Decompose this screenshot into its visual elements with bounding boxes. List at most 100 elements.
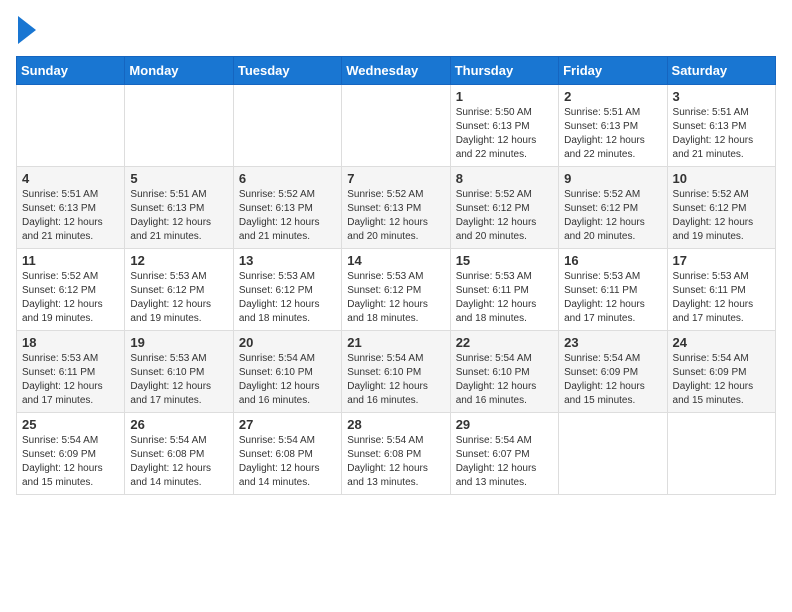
day-info: Sunrise: 5:54 AMSunset: 6:07 PMDaylight:…: [456, 434, 553, 490]
day-number: 6: [239, 171, 336, 186]
day-info: Sunrise: 5:53 AMSunset: 6:11 PMDaylight:…: [564, 270, 661, 326]
day-number: 5: [130, 171, 227, 186]
day-number: 20: [239, 335, 336, 350]
calendar-cell: 27 Sunrise: 5:54 AMSunset: 6:08 PMDayligh…: [233, 413, 341, 495]
day-number: 17: [673, 253, 770, 268]
calendar-cell: 29 Sunrise: 5:54 AMSunset: 6:07 PMDayligh…: [450, 413, 558, 495]
calendar-cell: 2 Sunrise: 5:51 AMSunset: 6:13 PMDaylight…: [559, 85, 667, 167]
calendar-cell: 26 Sunrise: 5:54 AMSunset: 6:08 PMDayligh…: [125, 413, 233, 495]
day-info: Sunrise: 5:54 AMSunset: 6:10 PMDaylight:…: [239, 352, 336, 408]
calendar-cell: 5 Sunrise: 5:51 AMSunset: 6:13 PMDaylight…: [125, 167, 233, 249]
logo: [16, 16, 36, 44]
day-info: Sunrise: 5:52 AMSunset: 6:13 PMDaylight:…: [239, 188, 336, 244]
calendar-cell: 14 Sunrise: 5:53 AMSunset: 6:12 PMDayligh…: [342, 249, 450, 331]
day-number: 12: [130, 253, 227, 268]
day-number: 26: [130, 417, 227, 432]
day-number: 15: [456, 253, 553, 268]
weekday-header-sunday: Sunday: [17, 57, 125, 85]
calendar-cell: 1 Sunrise: 5:50 AMSunset: 6:13 PMDaylight…: [450, 85, 558, 167]
calendar-cell: [233, 85, 341, 167]
day-info: Sunrise: 5:51 AMSunset: 6:13 PMDaylight:…: [130, 188, 227, 244]
day-number: 25: [22, 417, 119, 432]
calendar-cell: 8 Sunrise: 5:52 AMSunset: 6:12 PMDaylight…: [450, 167, 558, 249]
day-info: Sunrise: 5:54 AMSunset: 6:09 PMDaylight:…: [564, 352, 661, 408]
calendar-cell: [342, 85, 450, 167]
day-info: Sunrise: 5:52 AMSunset: 6:12 PMDaylight:…: [564, 188, 661, 244]
calendar-week-3: 11 Sunrise: 5:52 AMSunset: 6:12 PMDayligh…: [17, 249, 776, 331]
weekday-header-tuesday: Tuesday: [233, 57, 341, 85]
day-info: Sunrise: 5:54 AMSunset: 6:09 PMDaylight:…: [22, 434, 119, 490]
calendar-cell: 10 Sunrise: 5:52 AMSunset: 6:12 PMDayligh…: [667, 167, 775, 249]
day-info: Sunrise: 5:52 AMSunset: 6:12 PMDaylight:…: [456, 188, 553, 244]
weekday-header-saturday: Saturday: [667, 57, 775, 85]
calendar-cell: [559, 413, 667, 495]
day-number: 10: [673, 171, 770, 186]
calendar-cell: [125, 85, 233, 167]
day-info: Sunrise: 5:51 AMSunset: 6:13 PMDaylight:…: [564, 106, 661, 162]
day-info: Sunrise: 5:53 AMSunset: 6:11 PMDaylight:…: [456, 270, 553, 326]
calendar-week-2: 4 Sunrise: 5:51 AMSunset: 6:13 PMDaylight…: [17, 167, 776, 249]
weekday-header-thursday: Thursday: [450, 57, 558, 85]
calendar-cell: 16 Sunrise: 5:53 AMSunset: 6:11 PMDayligh…: [559, 249, 667, 331]
day-number: 8: [456, 171, 553, 186]
calendar-cell: 18 Sunrise: 5:53 AMSunset: 6:11 PMDayligh…: [17, 331, 125, 413]
weekday-header-monday: Monday: [125, 57, 233, 85]
weekday-header-friday: Friday: [559, 57, 667, 85]
day-number: 23: [564, 335, 661, 350]
day-info: Sunrise: 5:54 AMSunset: 6:09 PMDaylight:…: [673, 352, 770, 408]
calendar-body: 1 Sunrise: 5:50 AMSunset: 6:13 PMDaylight…: [17, 85, 776, 495]
day-number: 28: [347, 417, 444, 432]
calendar-cell: 4 Sunrise: 5:51 AMSunset: 6:13 PMDaylight…: [17, 167, 125, 249]
day-info: Sunrise: 5:53 AMSunset: 6:12 PMDaylight:…: [347, 270, 444, 326]
day-number: 1: [456, 89, 553, 104]
calendar-cell: 20 Sunrise: 5:54 AMSunset: 6:10 PMDayligh…: [233, 331, 341, 413]
day-info: Sunrise: 5:53 AMSunset: 6:11 PMDaylight:…: [22, 352, 119, 408]
day-info: Sunrise: 5:54 AMSunset: 6:08 PMDaylight:…: [347, 434, 444, 490]
day-number: 19: [130, 335, 227, 350]
day-number: 14: [347, 253, 444, 268]
day-number: 16: [564, 253, 661, 268]
day-info: Sunrise: 5:50 AMSunset: 6:13 PMDaylight:…: [456, 106, 553, 162]
day-number: 3: [673, 89, 770, 104]
day-info: Sunrise: 5:54 AMSunset: 6:08 PMDaylight:…: [239, 434, 336, 490]
calendar-cell: 22Sunrise: 5:54 AMSunset: 6:10 PMDayligh…: [450, 331, 558, 413]
day-number: 27: [239, 417, 336, 432]
calendar-cell: 3 Sunrise: 5:51 AMSunset: 6:13 PMDaylight…: [667, 85, 775, 167]
day-number: 2: [564, 89, 661, 104]
calendar-cell: 17Sunrise: 5:53 AMSunset: 6:11 PMDayligh…: [667, 249, 775, 331]
calendar-header: SundayMondayTuesdayWednesdayThursdayFrid…: [17, 57, 776, 85]
calendar-week-5: 25 Sunrise: 5:54 AMSunset: 6:09 PMDayligh…: [17, 413, 776, 495]
calendar-cell: 28 Sunrise: 5:54 AMSunset: 6:08 PMDayligh…: [342, 413, 450, 495]
day-info: Sunrise: 5:52 AMSunset: 6:12 PMDaylight:…: [673, 188, 770, 244]
day-number: 18: [22, 335, 119, 350]
day-number: 4: [22, 171, 119, 186]
day-info: Sunrise: 5:54 AMSunset: 6:08 PMDaylight:…: [130, 434, 227, 490]
calendar-cell: [17, 85, 125, 167]
calendar-week-1: 1 Sunrise: 5:50 AMSunset: 6:13 PMDaylight…: [17, 85, 776, 167]
day-number: 29: [456, 417, 553, 432]
calendar-cell: 19 Sunrise: 5:53 AMSunset: 6:10 PMDayligh…: [125, 331, 233, 413]
calendar-week-4: 18 Sunrise: 5:53 AMSunset: 6:11 PMDayligh…: [17, 331, 776, 413]
day-number: 11: [22, 253, 119, 268]
day-info: Sunrise: 5:52 AMSunset: 6:13 PMDaylight:…: [347, 188, 444, 244]
calendar-cell: 25 Sunrise: 5:54 AMSunset: 6:09 PMDayligh…: [17, 413, 125, 495]
calendar-cell: 21Sunrise: 5:54 AMSunset: 6:10 PMDayligh…: [342, 331, 450, 413]
calendar-cell: 7Sunrise: 5:52 AMSunset: 6:13 PMDaylight…: [342, 167, 450, 249]
day-info: Sunrise: 5:51 AMSunset: 6:13 PMDaylight:…: [22, 188, 119, 244]
logo-arrow-icon: [18, 16, 36, 44]
day-info: Sunrise: 5:53 AMSunset: 6:10 PMDaylight:…: [130, 352, 227, 408]
calendar-table: SundayMondayTuesdayWednesdayThursdayFrid…: [16, 56, 776, 495]
calendar-cell: 23 Sunrise: 5:54 AMSunset: 6:09 PMDayligh…: [559, 331, 667, 413]
calendar-cell: 13Sunrise: 5:53 AMSunset: 6:12 PMDayligh…: [233, 249, 341, 331]
calendar-cell: 9Sunrise: 5:52 AMSunset: 6:12 PMDaylight…: [559, 167, 667, 249]
calendar-cell: 15 Sunrise: 5:53 AMSunset: 6:11 PMDayligh…: [450, 249, 558, 331]
day-info: Sunrise: 5:52 AMSunset: 6:12 PMDaylight:…: [22, 270, 119, 326]
weekday-header-wednesday: Wednesday: [342, 57, 450, 85]
day-number: 21: [347, 335, 444, 350]
day-info: Sunrise: 5:53 AMSunset: 6:12 PMDaylight:…: [239, 270, 336, 326]
day-info: Sunrise: 5:51 AMSunset: 6:13 PMDaylight:…: [673, 106, 770, 162]
day-info: Sunrise: 5:53 AMSunset: 6:12 PMDaylight:…: [130, 270, 227, 326]
calendar-cell: 12 Sunrise: 5:53 AMSunset: 6:12 PMDayligh…: [125, 249, 233, 331]
calendar-cell: 11 Sunrise: 5:52 AMSunset: 6:12 PMDayligh…: [17, 249, 125, 331]
calendar-cell: 24Sunrise: 5:54 AMSunset: 6:09 PMDayligh…: [667, 331, 775, 413]
